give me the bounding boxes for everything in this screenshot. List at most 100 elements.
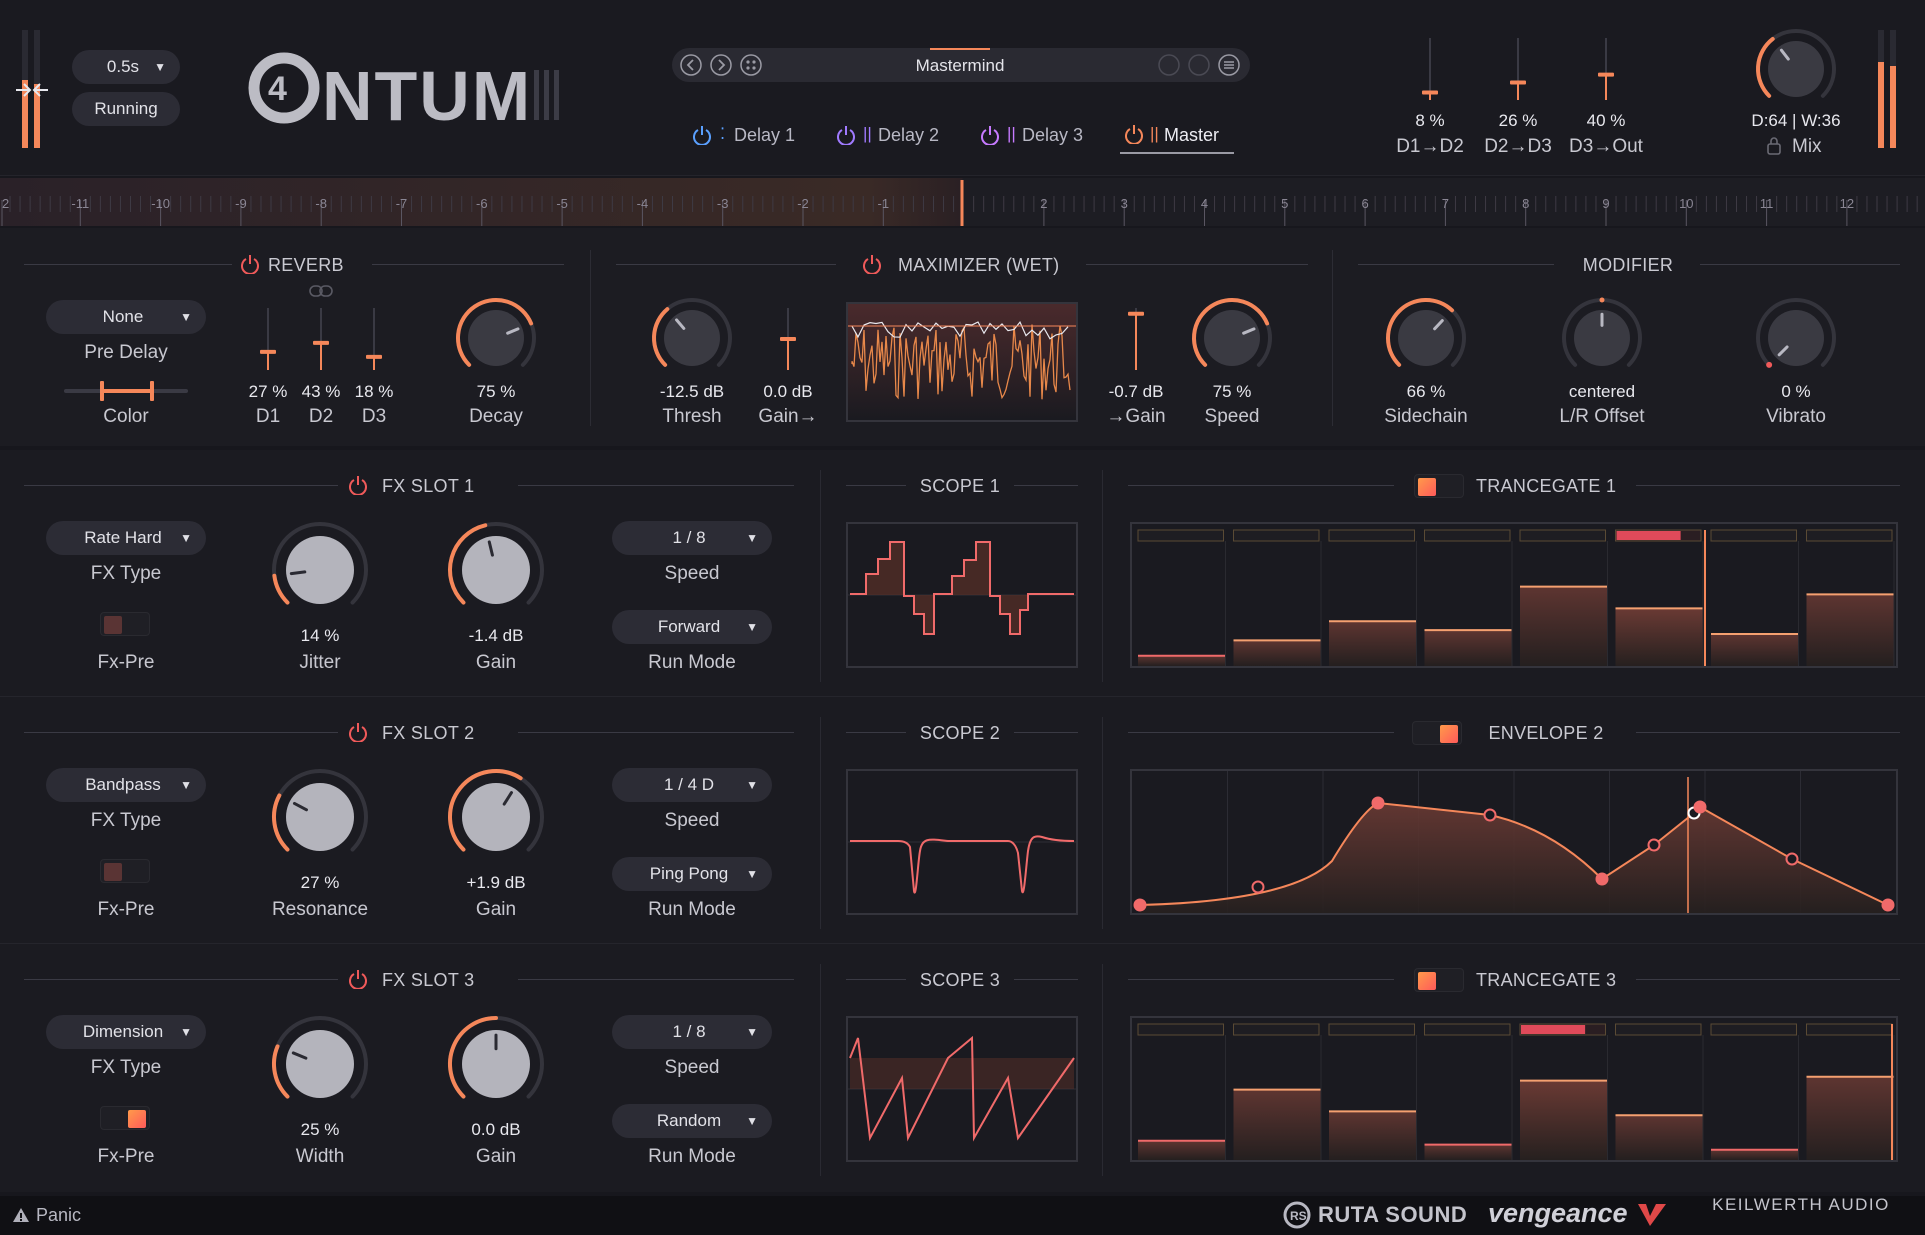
mix-knob[interactable] (1754, 27, 1838, 111)
gate-step-bar[interactable] (1806, 594, 1895, 666)
run-mode-select[interactable]: Forward ▼ (612, 610, 772, 644)
envelope-node[interactable] (1251, 880, 1265, 894)
gain-in-fader[interactable] (778, 308, 798, 370)
gate-step-header[interactable] (1137, 529, 1224, 542)
random-preset-icon[interactable] (740, 54, 762, 76)
gate-step-header[interactable] (1424, 1023, 1511, 1036)
reverb-fader[interactable] (258, 308, 278, 370)
speed-select[interactable]: 1 / 8 ▼ (612, 1015, 772, 1049)
gate-step-bar[interactable] (1711, 1149, 1799, 1160)
gate-step-header[interactable] (1710, 1023, 1797, 1036)
fx-type-select[interactable]: Bandpass ▼ (46, 768, 206, 802)
reverb-fader[interactable] (364, 308, 384, 370)
fx-pre-toggle[interactable] (100, 859, 150, 883)
prev-preset-icon[interactable] (680, 54, 702, 76)
speed-select[interactable]: 1 / 8 ▼ (612, 521, 772, 555)
envelope-node[interactable] (1693, 800, 1707, 814)
slot-knob-2[interactable] (446, 767, 546, 867)
fx-pre-toggle[interactable] (100, 1106, 150, 1130)
gain-out-fader[interactable] (1126, 308, 1146, 370)
modulator-toggle[interactable] (1414, 968, 1464, 992)
routing-fader[interactable] (1596, 38, 1616, 100)
routing-fader[interactable] (1508, 38, 1528, 100)
routing-fader[interactable] (1420, 38, 1440, 100)
run-mode-select[interactable]: Ping Pong ▼ (612, 857, 772, 891)
gate-step-bar[interactable] (1138, 655, 1226, 666)
time-select[interactable]: 0.5s ▼ (72, 50, 180, 84)
gate-step-header[interactable] (1710, 529, 1797, 542)
gate-step-header[interactable] (1519, 529, 1606, 542)
gate-step-header[interactable] (1806, 529, 1893, 542)
gate-step-bar[interactable] (1233, 1089, 1322, 1160)
speed-knob[interactable] (1190, 296, 1274, 380)
slot-knob-2[interactable] (446, 520, 546, 620)
gate-step-header[interactable] (1806, 1023, 1893, 1036)
link-icon[interactable] (309, 284, 333, 298)
gate-step-bar[interactable] (1806, 1076, 1895, 1160)
gate-step-bar[interactable] (1520, 1080, 1608, 1160)
fx-pre-toggle[interactable] (100, 612, 150, 636)
panic-button[interactable]: Panic (10, 1200, 100, 1230)
gate-step-bar[interactable] (1520, 586, 1608, 666)
envelope-node[interactable] (1647, 838, 1661, 852)
modulator-display[interactable] (1130, 769, 1898, 915)
gate-step-header[interactable] (1137, 1023, 1224, 1036)
slot-knob-1[interactable] (270, 1014, 370, 1114)
gate-step-header[interactable] (1233, 1023, 1320, 1036)
undo-icon[interactable] (1158, 54, 1180, 76)
run-mode-select[interactable]: Random ▼ (612, 1104, 772, 1138)
status-button[interactable]: Running (72, 92, 180, 126)
gate-step-bar[interactable] (1233, 640, 1322, 666)
sidechain-knob[interactable] (1384, 296, 1468, 380)
gate-step-bar[interactable] (1711, 634, 1799, 666)
envelope-node[interactable] (1881, 898, 1895, 912)
envelope-node[interactable] (1595, 872, 1609, 886)
gate-step-bar[interactable] (1615, 1115, 1704, 1160)
tab-delay-1[interactable]: ⁚ Delay 1 (690, 122, 800, 150)
fx-type-select[interactable]: Rate Hard ▼ (46, 521, 206, 555)
envelope-node[interactable] (1785, 852, 1799, 866)
slot-knob-1[interactable] (270, 520, 370, 620)
envelope-node[interactable] (1371, 796, 1385, 810)
menu-icon[interactable] (1218, 54, 1240, 76)
gate-step-bar[interactable] (1138, 1140, 1226, 1160)
lr-offset-knob[interactable] (1560, 296, 1644, 380)
modulator-display[interactable] (1130, 1016, 1898, 1162)
fx-type-select[interactable]: Dimension ▼ (46, 1015, 206, 1049)
gate-step-header[interactable] (1424, 529, 1511, 542)
slot-knob-1[interactable] (270, 767, 370, 867)
maximizer-power-icon[interactable] (862, 254, 882, 274)
redo-icon[interactable] (1188, 54, 1210, 76)
slot-power-icon[interactable] (348, 722, 368, 742)
envelope-node[interactable] (1133, 898, 1147, 912)
slot-power-icon[interactable] (348, 475, 368, 495)
preset-name[interactable]: Mastermind (860, 56, 1060, 76)
gate-step-bar[interactable] (1329, 621, 1417, 666)
gate-step-bar[interactable] (1329, 1111, 1417, 1160)
gate-step-bar[interactable] (1424, 630, 1513, 666)
tab-delay-3[interactable]: || Delay 3 (978, 122, 1088, 150)
modulator-toggle[interactable] (1412, 721, 1462, 745)
envelope-node[interactable] (1483, 808, 1497, 822)
gate-step-header[interactable] (1328, 529, 1415, 542)
color-range-slider[interactable] (62, 378, 190, 404)
delay-timeline[interactable]: 2 -11 -10 -9 -8 -7 -6 -5 -4 -3 -2 -1 2 3 4 5 6 7 8 9 10 11 12 (0, 178, 1925, 226)
gate-step-bar[interactable] (1615, 608, 1704, 666)
slot-power-icon[interactable] (348, 969, 368, 989)
reverb-power-icon[interactable] (240, 254, 260, 274)
thresh-knob[interactable] (650, 296, 734, 380)
modulator-toggle[interactable] (1414, 474, 1464, 498)
gate-step-header[interactable] (1615, 1023, 1702, 1036)
decay-knob[interactable] (454, 296, 538, 380)
tab-delay-2[interactable]: || Delay 2 (834, 122, 944, 150)
gate-step-header[interactable] (1233, 529, 1320, 542)
gate-step-bar[interactable] (1424, 1144, 1513, 1160)
next-preset-icon[interactable] (710, 54, 732, 76)
tab-master[interactable]: || Master (1120, 116, 1234, 154)
speed-select[interactable]: 1 / 4 D ▼ (612, 768, 772, 802)
vibrato-knob[interactable] (1754, 296, 1838, 380)
pre-delay-select[interactable]: None ▼ (46, 300, 206, 334)
slot-knob-2[interactable] (446, 1014, 546, 1114)
reverb-fader[interactable] (311, 308, 331, 370)
gate-step-header[interactable] (1328, 1023, 1415, 1036)
